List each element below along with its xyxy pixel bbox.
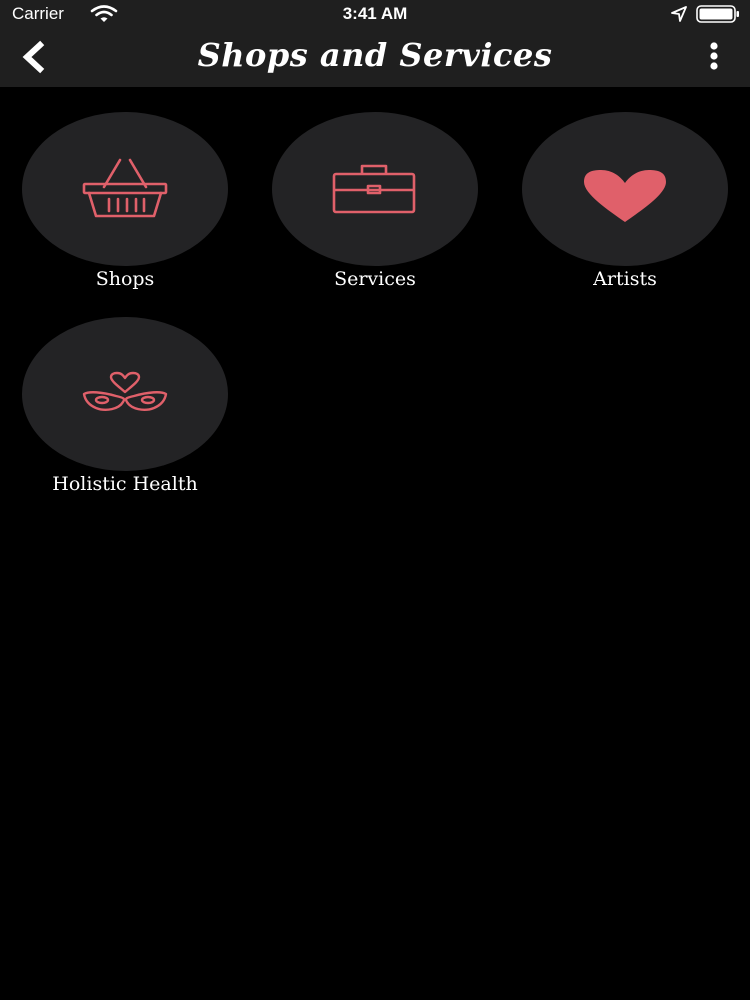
tile-label: Shops bbox=[95, 268, 155, 290]
tile-label: Services bbox=[334, 268, 416, 290]
tile-circle bbox=[522, 112, 728, 266]
tile-circle bbox=[22, 317, 228, 471]
more-options-button[interactable] bbox=[700, 40, 728, 74]
masks-heart-icon bbox=[82, 371, 168, 411]
tile-label: Artists bbox=[593, 268, 657, 290]
navigation-bar: Shops and Services bbox=[0, 28, 750, 87]
heart-icon bbox=[584, 170, 666, 222]
tile-circle bbox=[22, 112, 228, 266]
shopping-basket-icon bbox=[82, 158, 168, 218]
briefcase-icon bbox=[332, 164, 416, 214]
tile-label: Holistic Health bbox=[52, 473, 198, 495]
page-title: Shops and Services bbox=[197, 36, 553, 74]
battery-icon bbox=[696, 5, 739, 23]
tile-circle bbox=[272, 112, 478, 266]
status-time: 3:41 AM bbox=[342, 4, 408, 23]
status-bar: Carrier 3:41 AM bbox=[0, 0, 750, 28]
more-vertical-icon bbox=[710, 42, 718, 70]
location-arrow-icon bbox=[671, 6, 687, 22]
